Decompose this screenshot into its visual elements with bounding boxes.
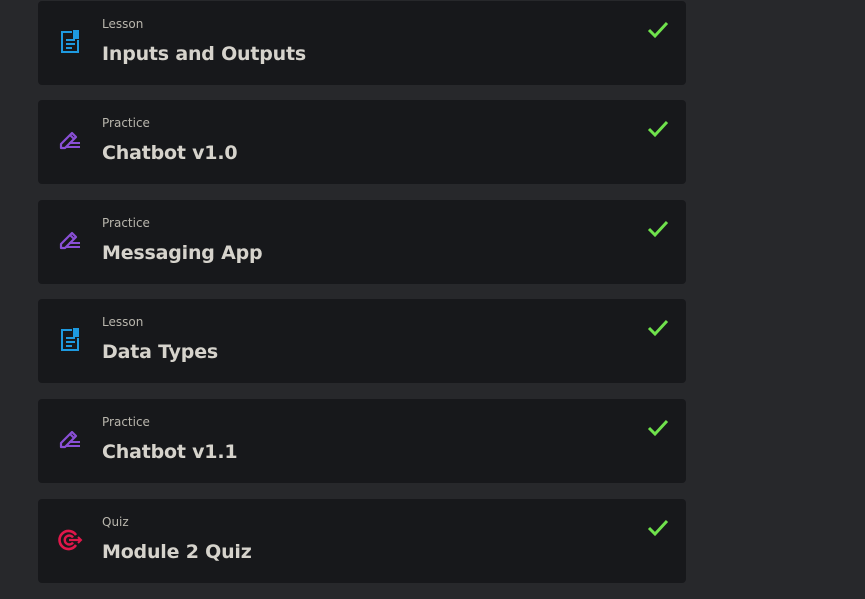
item-type-label: Lesson — [102, 17, 144, 31]
item-type-label: Practice — [102, 216, 150, 230]
item-type-label: Practice — [102, 415, 150, 429]
module-item-card[interactable]: Practice Messaging App — [38, 200, 686, 284]
completed-check-icon — [646, 19, 670, 41]
lesson-document-icon — [57, 27, 83, 57]
item-type-label: Practice — [102, 116, 150, 130]
item-title: Module 2 Quiz — [102, 541, 252, 563]
practice-pencil-icon — [57, 226, 83, 256]
item-title: Chatbot v1.1 — [102, 441, 238, 463]
module-item-card[interactable]: Quiz Module 2 Quiz — [38, 499, 686, 583]
completed-check-icon — [646, 517, 670, 539]
module-item-card[interactable]: Practice Chatbot v1.0 — [38, 100, 686, 184]
item-title: Data Types — [102, 341, 218, 363]
lesson-document-icon — [57, 325, 83, 355]
practice-pencil-icon — [57, 126, 83, 156]
item-type-label: Quiz — [102, 515, 129, 529]
item-title: Chatbot v1.0 — [102, 142, 238, 164]
module-item-card[interactable]: Lesson Data Types — [38, 299, 686, 383]
practice-pencil-icon — [57, 425, 83, 455]
completed-check-icon — [646, 317, 670, 339]
completed-check-icon — [646, 218, 670, 240]
completed-check-icon — [646, 417, 670, 439]
item-title: Inputs and Outputs — [102, 43, 306, 65]
module-item-card[interactable]: Practice Chatbot v1.1 — [38, 399, 686, 483]
module-item-card[interactable]: Lesson Inputs and Outputs — [38, 1, 686, 85]
completed-check-icon — [646, 118, 670, 140]
quiz-target-icon — [57, 525, 83, 555]
item-title: Messaging App — [102, 242, 263, 264]
item-type-label: Lesson — [102, 315, 144, 329]
